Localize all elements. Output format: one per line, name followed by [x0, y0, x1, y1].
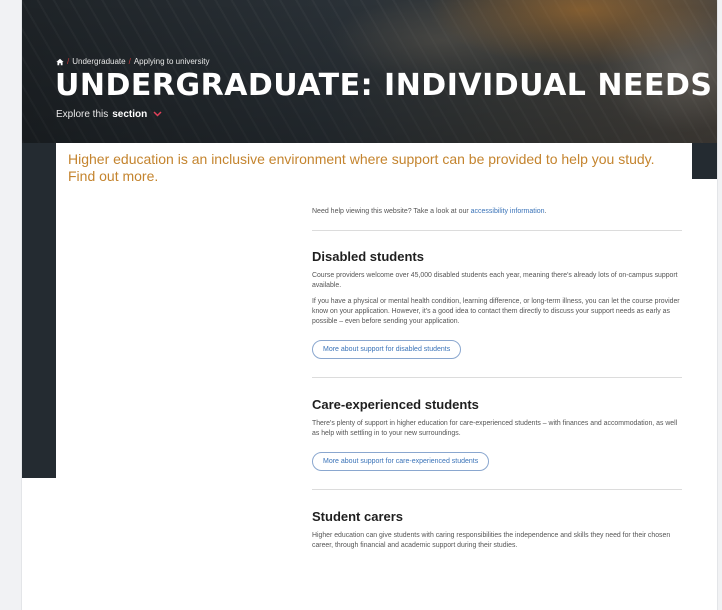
breadcrumb-separator: / [67, 57, 70, 66]
section-title: Disabled students [312, 249, 424, 264]
left-dark-band [22, 143, 56, 478]
main-content: Need help viewing this website? Take a l… [312, 208, 682, 594]
home-icon[interactable] [56, 58, 64, 66]
help-suffix: . [544, 208, 547, 215]
hero-banner: / Undergraduate / Applying to university… [22, 0, 717, 143]
section-paragraph: Higher education can give students with … [312, 532, 671, 549]
page: / Undergraduate / Applying to university… [0, 0, 722, 610]
breadcrumb-link-applying[interactable]: Applying to university [134, 57, 210, 66]
breadcrumb-link-undergraduate[interactable]: Undergraduate [72, 57, 125, 66]
section-paragraph: If you have a physical or mental health … [312, 298, 680, 325]
breadcrumb: / Undergraduate / Applying to university [56, 57, 209, 66]
intro-card: Higher education is an inclusive environ… [56, 143, 692, 195]
intro-text: Higher education is an inclusive environ… [68, 151, 655, 184]
page-frame: / Undergraduate / Applying to university… [22, 0, 717, 610]
section-student-carers: Student carers Higher education can give… [312, 509, 682, 575]
explore-section-toggle[interactable]: Explore this section [56, 109, 162, 120]
section-disabled-students: Disabled students Course providers welco… [312, 249, 682, 378]
section-title: Care-experienced students [312, 397, 479, 412]
explore-label-bold: section [112, 109, 148, 120]
accessibility-help: Need help viewing this website? Take a l… [312, 208, 682, 231]
explore-label: Explore this [56, 109, 109, 120]
section-paragraph: There's plenty of support in higher educ… [312, 420, 678, 437]
help-text: Need help viewing this website? Take a l… [312, 208, 471, 215]
section-paragraph: Course providers welcome over 45,000 dis… [312, 272, 678, 289]
accessibility-link[interactable]: accessibility information [471, 208, 545, 215]
right-dark-band [692, 143, 717, 179]
more-care-experienced-support-button[interactable]: More about support for care-experienced … [312, 452, 490, 471]
breadcrumb-separator: / [128, 57, 131, 66]
chevron-down-icon [153, 109, 162, 120]
section-care-experienced: Care-experienced students There's plenty… [312, 397, 682, 490]
more-disabled-support-button[interactable]: More about support for disabled students [312, 340, 462, 359]
section-title: Student carers [312, 509, 404, 524]
page-title: UNDERGRADUATE: INDIVIDUAL NEEDS [55, 68, 713, 103]
